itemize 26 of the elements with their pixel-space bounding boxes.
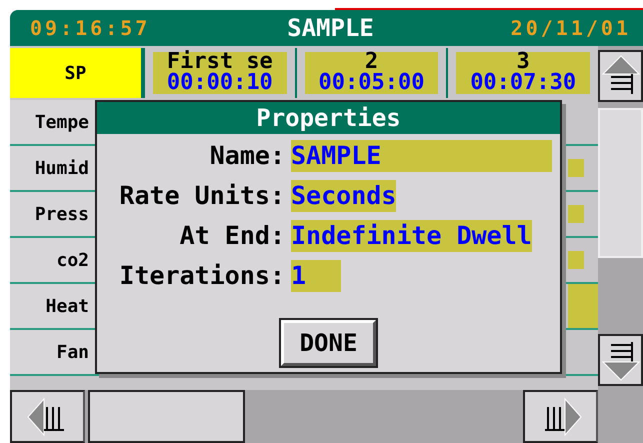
step-name: 2 (304, 52, 438, 72)
date: 20/11/01 (510, 16, 631, 40)
field-label: Rate Units: (118, 180, 286, 212)
step-name: First se (153, 52, 287, 72)
row-label[interactable]: Fan (10, 330, 95, 374)
input-field[interactable]: Seconds (291, 180, 396, 212)
step-duration: 00:00:10 (153, 72, 287, 94)
row-label[interactable]: Humid (10, 146, 95, 190)
setpoint-header[interactable]: SP (10, 48, 145, 98)
step-duration: 00:07:30 (456, 72, 590, 94)
step-duration: 00:05:00 (304, 72, 438, 94)
row-label[interactable]: Tempe (10, 100, 95, 144)
done-button[interactable]: DONE (281, 320, 376, 366)
row-label[interactable]: co2 (10, 238, 95, 282)
step-name: 3 (456, 52, 590, 72)
row-label[interactable]: Heat (10, 284, 95, 328)
dialog-title: Properties (97, 102, 560, 134)
field-label: Name: (208, 140, 286, 172)
row-label[interactable]: Press (10, 192, 95, 236)
input-field[interactable]: Indefinite Dwell (291, 220, 532, 252)
input-field[interactable]: 1 (291, 260, 341, 292)
field-label: Iterations: (118, 260, 286, 292)
program-title: SAMPLE (287, 14, 374, 42)
input-field[interactable]: SAMPLE (291, 140, 552, 172)
field-label: At End: (178, 220, 286, 252)
clock-time: 09:16:57 (30, 16, 150, 40)
